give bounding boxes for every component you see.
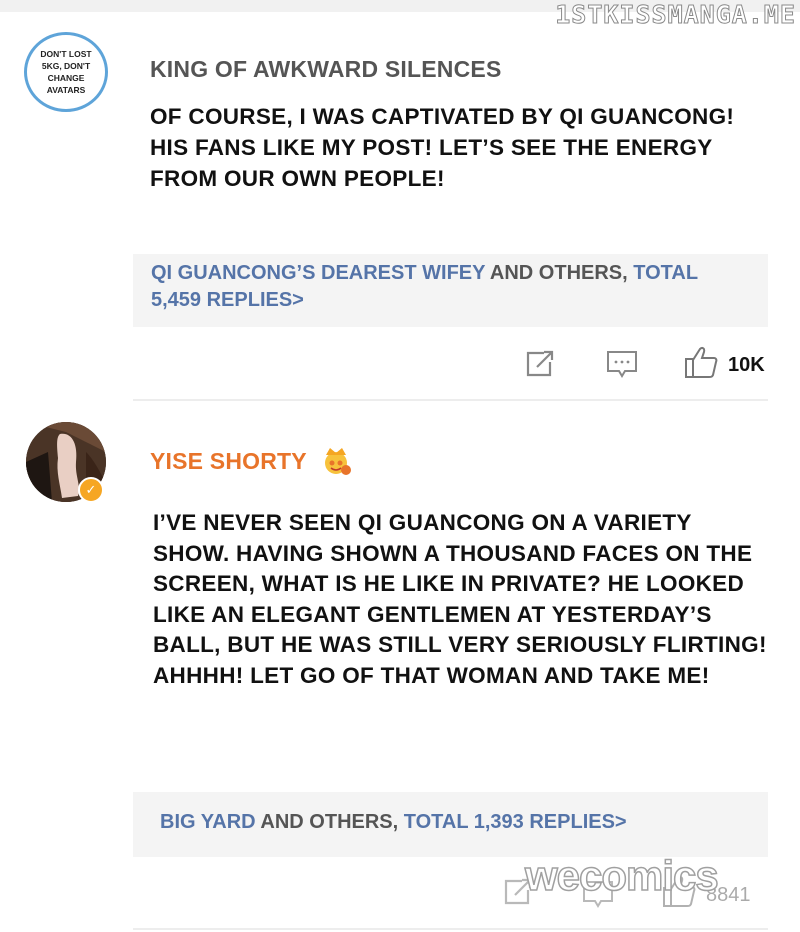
username[interactable]: YISE SHORTY [150, 448, 307, 475]
thumbs-up-icon[interactable] [684, 345, 718, 379]
divider [133, 399, 768, 401]
replies-middle-text: AND OTHERS, [255, 811, 404, 833]
username[interactable]: KING OF AWKWARD SILENCES [150, 56, 502, 83]
crown-emoji-icon [325, 448, 351, 475]
like-count: 10K [728, 354, 765, 376]
replies-box[interactable]: QI GUANCONG’S DEAREST WIFEY AND OTHERS, … [133, 254, 768, 327]
post-text: I’VE NEVER SEEN QI GUANCONG ON A VARIETY… [153, 510, 767, 688]
replies-middle-text: AND OTHERS, [485, 262, 634, 284]
bottom-watermark: wecomics [524, 851, 719, 900]
share-icon[interactable] [525, 350, 555, 378]
reply-author-link[interactable]: QI GUANCONG’S DEAREST WIFEY [151, 262, 485, 284]
site-watermark: 1STKISSMANGA.ME [555, 0, 796, 30]
post-text: OF COURSE, I WAS CAPTIVATED BY QI GUANCO… [150, 104, 735, 191]
comment-icon[interactable] [606, 350, 638, 380]
avatar[interactable]: DON'T LOST 5KG, DON'T CHANGE AVATARS [24, 32, 108, 112]
replies-box[interactable]: BIG YARD AND OTHERS, TOTAL 1,393 REPLIES… [133, 792, 768, 857]
reply-author-link[interactable]: BIG YARD [160, 811, 256, 833]
avatar-text: DON'T LOST 5KG, DON'T CHANGE AVATARS [40, 49, 92, 95]
divider [133, 928, 768, 930]
verified-icon: ✓ [78, 477, 104, 503]
replies-total-link[interactable]: TOTAL 1,393 REPLIES> [404, 811, 627, 833]
